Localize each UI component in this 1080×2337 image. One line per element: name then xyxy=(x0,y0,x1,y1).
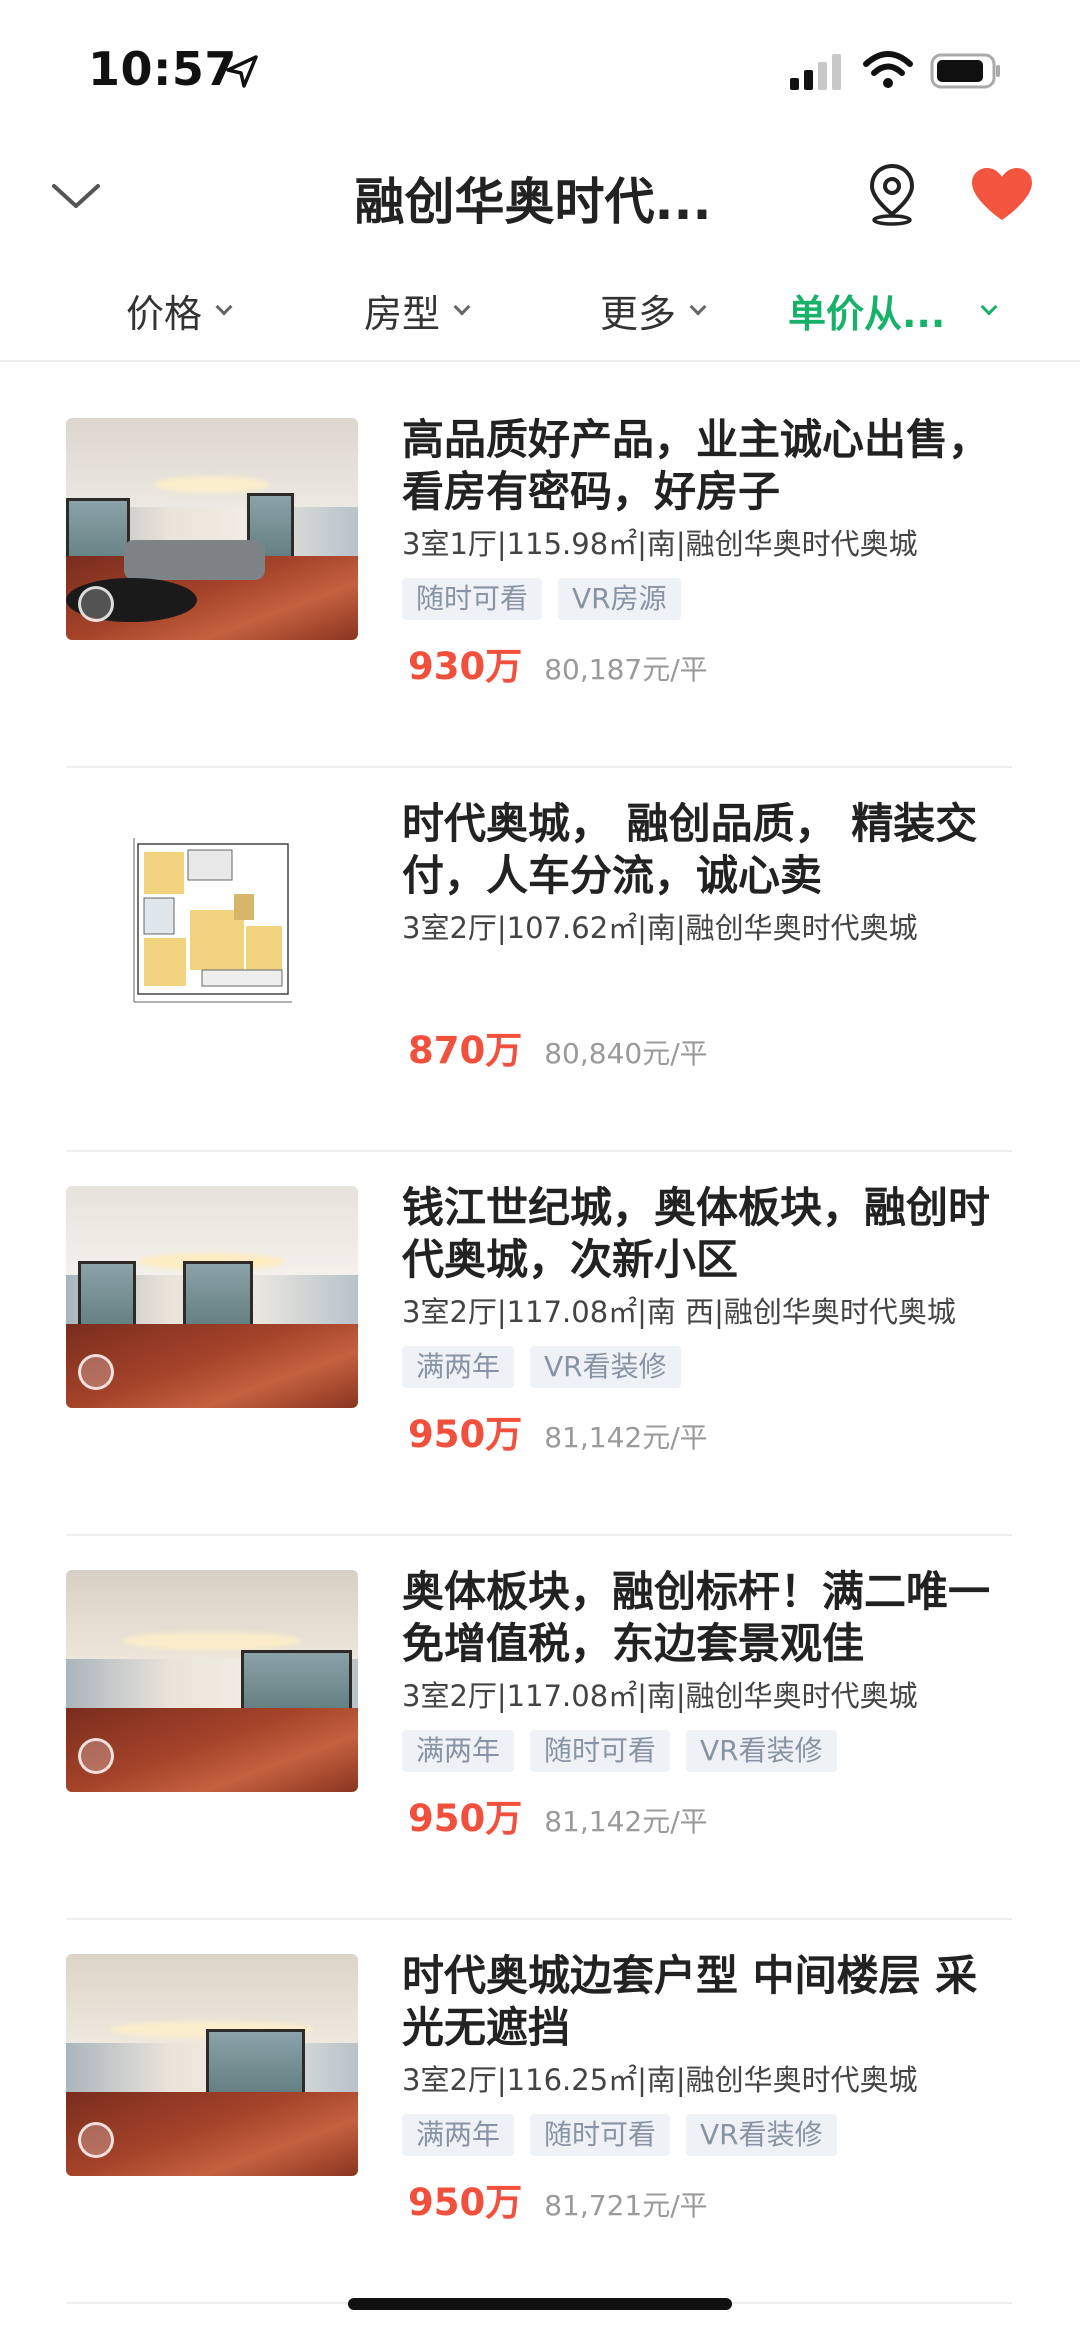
filter-room-type-label: 房型 xyxy=(364,291,441,336)
listing-spec: 3室2厅|117.08㎡|南|融创华奥时代奥城 xyxy=(402,1679,918,1713)
listing-spec: 3室2厅|117.08㎡|南 西|融创华奥时代奥城 xyxy=(402,1295,956,1329)
tag-badge: 满两年 xyxy=(402,1730,515,1772)
tag-badge: 随时可看 xyxy=(530,1730,671,1772)
listing-price: 950万 xyxy=(408,2181,523,2224)
status-bar: 10:57 xyxy=(0,0,1080,140)
listing-unit-price: 81,142元/平 xyxy=(544,1421,708,1454)
vr-icon xyxy=(78,1738,114,1774)
listing-price: 950万 xyxy=(408,1413,523,1456)
listing-price: 950万 xyxy=(408,1797,523,1840)
tag-badge: 随时可看 xyxy=(530,2114,671,2156)
listing-unit-price: 81,142元/平 xyxy=(544,1805,708,1838)
listing-tags: 满两年 随时可看 VR看装修 xyxy=(402,1730,1014,1772)
listing-title: 时代奥城， 融创品质， 精装交付，人车分流，诚心卖 xyxy=(402,799,978,900)
tag-badge: VR看装修 xyxy=(686,1730,837,1772)
listing-unit-price: 80,840元/平 xyxy=(544,1037,708,1070)
listing-item[interactable]: 奥体板块，融创标杆！满二唯一免增值税，东边套景观佳 3室2厅|117.08㎡|南… xyxy=(66,1536,1012,1920)
listing-price: 870万 xyxy=(408,1029,523,1072)
home-indicator[interactable] xyxy=(348,2298,732,2310)
listing-photo[interactable] xyxy=(66,1186,358,1408)
map-pin-icon[interactable] xyxy=(864,162,920,226)
listing-photo[interactable] xyxy=(66,1954,358,2176)
battery-icon xyxy=(930,53,1000,89)
listing-floorplan[interactable] xyxy=(66,802,358,1024)
chevron-down-icon xyxy=(453,298,471,316)
listing-unit-price: 80,187元/平 xyxy=(544,653,708,686)
chevron-down-icon xyxy=(215,298,233,316)
tag-badge: VR看装修 xyxy=(530,1346,681,1388)
listing-price: 930万 xyxy=(408,645,523,688)
listing-title: 奥体板块，融创标杆！满二唯一免增值税，东边套景观佳 xyxy=(402,1567,991,1668)
wifi-icon xyxy=(863,51,913,88)
favorite-heart-icon[interactable] xyxy=(970,166,1034,222)
filter-more[interactable]: 更多 xyxy=(600,280,707,340)
listing-tags xyxy=(402,962,1014,1004)
tag-badge: 满两年 xyxy=(402,1346,515,1388)
tag-badge: VR看装修 xyxy=(686,2114,837,2156)
listing-spec: 3室2厅|107.62㎡|南|融创华奥时代奥城 xyxy=(402,911,918,945)
listing-title: 高品质好产品，业主诚心出售，看房有密码，好房子 xyxy=(402,415,991,516)
listing-tags: 满两年 随时可看 VR看装修 xyxy=(402,2114,1014,2156)
vr-icon xyxy=(78,1354,114,1390)
listing-item[interactable]: 钱江世纪城，奥体板块，融创时代奥城，次新小区 3室2厅|117.08㎡|南 西|… xyxy=(66,1152,1012,1536)
filter-room-type[interactable]: 房型 xyxy=(364,280,471,340)
tag-badge: 满两年 xyxy=(402,2114,515,2156)
listing-photo[interactable] xyxy=(66,1570,358,1792)
filter-sort-unit-price[interactable]: 单价从... xyxy=(788,280,998,340)
filter-price[interactable]: 价格 xyxy=(126,280,233,340)
tag-badge: VR房源 xyxy=(558,578,681,620)
listing-tags: 满两年 VR看装修 xyxy=(402,1346,1014,1388)
filter-bar: 价格 房型 更多 单价从... xyxy=(0,270,1080,362)
listing-item[interactable]: 高品质好产品，业主诚心出售，看房有密码，好房子 3室1厅|115.98㎡|南|融… xyxy=(66,384,1012,768)
tag-badge: 随时可看 xyxy=(402,578,543,620)
listing-item[interactable]: 时代奥城， 融创品质， 精装交付，人车分流，诚心卖 3室2厅|107.62㎡|南… xyxy=(66,768,1012,1152)
location-arrow-icon xyxy=(226,55,258,88)
listing-title: 时代奥城边套户型 中间楼层 采光无遮挡 xyxy=(402,1951,978,2052)
nav-bar: 融创华奥时代... xyxy=(0,140,1080,250)
floorplan-image xyxy=(66,802,358,1024)
listing-spec: 3室2厅|116.25㎡|南|融创华奥时代奥城 xyxy=(402,2063,918,2097)
listing-photo[interactable] xyxy=(66,418,358,640)
vr-icon xyxy=(78,2122,114,2158)
cellular-signal-icon xyxy=(790,54,841,90)
listing-title: 钱江世纪城，奥体板块，融创时代奥城，次新小区 xyxy=(402,1183,991,1284)
vr-icon xyxy=(78,586,114,622)
chevron-down-icon xyxy=(980,298,998,316)
filter-sort-label: 单价从... xyxy=(788,291,946,336)
filter-more-label: 更多 xyxy=(600,291,677,336)
listing-unit-price: 81,721元/平 xyxy=(544,2189,708,2222)
listing-spec: 3室1厅|115.98㎡|南|融创华奥时代奥城 xyxy=(402,527,918,561)
status-time: 10:57 xyxy=(88,42,237,96)
listing-item[interactable]: 时代奥城边套户型 中间楼层 采光无遮挡 3室2厅|116.25㎡|南|融创华奥时… xyxy=(66,1920,1012,2304)
chevron-down-icon xyxy=(689,298,707,316)
filter-price-label: 价格 xyxy=(126,291,203,336)
listing-tags: 随时可看 VR房源 xyxy=(402,578,1014,620)
